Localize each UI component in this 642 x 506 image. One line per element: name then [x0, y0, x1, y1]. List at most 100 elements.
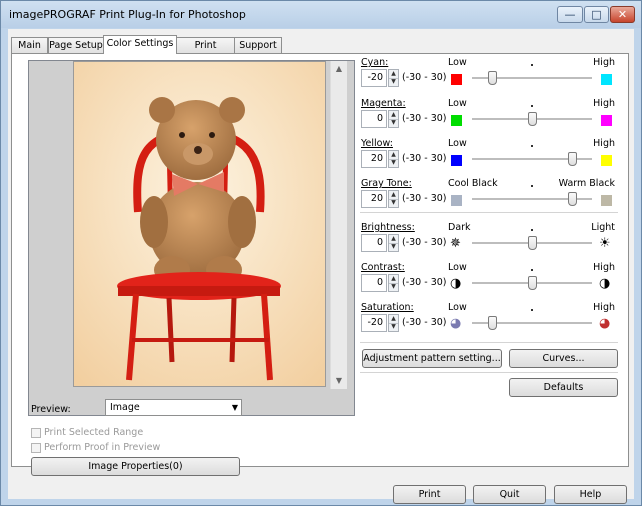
gray_tone-low-label: Cool Black	[448, 178, 498, 189]
tab-print-history[interactable]: Print History	[176, 37, 235, 66]
gray_tone-high-swatch	[601, 195, 612, 206]
magenta-label: Magenta:	[361, 98, 406, 109]
gray_tone-low-swatch	[451, 195, 462, 206]
spin-down-icon[interactable]: ▼	[389, 283, 398, 291]
print-selected-range-label: Print Selected Range	[44, 427, 144, 438]
contrast-slider-thumb[interactable]	[528, 276, 537, 290]
saturation-high-icon: ◕	[599, 316, 611, 331]
saturation-range-label: (-30 - 30)	[402, 317, 447, 328]
section-separator	[360, 372, 618, 373]
yellow-value-input[interactable]: 20	[361, 150, 387, 168]
brightness-high-label: Light	[591, 222, 615, 233]
contrast-high-icon: ◑	[599, 276, 611, 291]
saturation-value-input[interactable]: -20	[361, 314, 387, 332]
magenta-low-swatch	[451, 115, 462, 126]
section-separator	[360, 342, 618, 343]
tab-page-setup[interactable]: Page Setup	[48, 37, 104, 53]
cyan-center-tick	[531, 64, 533, 66]
perform-proof-checkbox[interactable]	[31, 443, 41, 453]
help-button[interactable]: Help	[554, 485, 627, 504]
close-icon: ✕	[617, 8, 628, 21]
tab-main[interactable]: Main	[11, 37, 48, 53]
yellow-low-swatch	[451, 155, 462, 166]
cyan-spinner[interactable]: ▲ ▼	[388, 69, 399, 87]
cyan-value-input[interactable]: -20	[361, 69, 387, 87]
magenta-value-input[interactable]: 0	[361, 110, 387, 128]
gray_tone-spinner[interactable]: ▲ ▼	[388, 190, 399, 208]
cyan-low-swatch	[451, 74, 462, 85]
print-selected-range-checkbox[interactable]	[31, 428, 41, 438]
cyan-high-label: High	[593, 57, 615, 68]
brightness-value-input[interactable]: 0	[361, 234, 387, 252]
defaults-button[interactable]: Defaults	[509, 378, 618, 397]
tab-color-settings[interactable]: Color Settings	[103, 35, 177, 54]
window-title: imagePROGRAF Print Plug-In for Photoshop	[9, 8, 246, 21]
spin-down-icon[interactable]: ▼	[389, 243, 398, 251]
contrast-spinner[interactable]: ▲ ▼	[388, 274, 399, 292]
brightness-slider-thumb[interactable]	[528, 236, 537, 250]
brightness-label: Brightness:	[361, 222, 415, 233]
print-button[interactable]: Print	[393, 485, 466, 504]
yellow-center-tick	[531, 145, 533, 147]
yellow-high-swatch	[601, 155, 612, 166]
cyan-high-swatch	[601, 74, 612, 85]
saturation-center-tick	[531, 309, 533, 311]
gray_tone-center-tick	[531, 185, 533, 187]
spin-down-icon[interactable]: ▼	[389, 78, 398, 86]
cyan-range-label: (-30 - 30)	[402, 72, 447, 83]
gray_tone-slider-thumb[interactable]	[568, 192, 577, 206]
scroll-up-icon[interactable]: ▲	[331, 61, 347, 77]
yellow-range-label: (-30 - 30)	[402, 153, 447, 164]
saturation-spinner[interactable]: ▲ ▼	[388, 314, 399, 332]
magenta-low-label: Low	[448, 98, 467, 109]
minimize-button[interactable]: —	[557, 6, 583, 23]
spin-down-icon[interactable]: ▼	[389, 159, 398, 167]
perform-proof-label: Perform Proof in Preview	[44, 442, 161, 453]
saturation-slider-thumb[interactable]	[488, 316, 497, 330]
contrast-low-label: Low	[448, 262, 467, 273]
gray_tone-label: Gray Tone:	[361, 178, 412, 189]
contrast-label: Contrast:	[361, 262, 405, 273]
spin-down-icon[interactable]: ▼	[389, 323, 398, 331]
preview-scrollbar[interactable]: ▲ ▼	[330, 61, 347, 389]
preview-select[interactable]: Image ▼	[105, 399, 242, 416]
image-properties-button[interactable]: Image Properties(0)	[31, 457, 240, 476]
spin-down-icon[interactable]: ▼	[389, 119, 398, 127]
teddy-bear-on-chair-photo	[74, 62, 325, 386]
magenta-spinner[interactable]: ▲ ▼	[388, 110, 399, 128]
gray_tone-value-input[interactable]: 20	[361, 190, 387, 208]
yellow-slider-thumb[interactable]	[568, 152, 577, 166]
spin-down-icon[interactable]: ▼	[389, 199, 398, 207]
yellow-high-label: High	[593, 138, 615, 149]
contrast-high-label: High	[593, 262, 615, 273]
title-bar: imagePROGRAF Print Plug-In for Photoshop…	[1, 1, 641, 28]
adjustment-pattern-button[interactable]: Adjustment pattern setting...	[362, 349, 502, 368]
tab-support[interactable]: Support	[234, 37, 282, 53]
cyan-low-label: Low	[448, 57, 467, 68]
magenta-center-tick	[531, 105, 533, 107]
cyan-label: Cyan:	[361, 57, 389, 68]
contrast-center-tick	[531, 269, 533, 271]
contrast-low-icon: ◑	[450, 276, 462, 291]
yellow-label: Yellow:	[361, 138, 393, 149]
brightness-spinner[interactable]: ▲ ▼	[388, 234, 399, 252]
yellow-low-label: Low	[448, 138, 467, 149]
saturation-low-label: Low	[448, 302, 467, 313]
contrast-value-input[interactable]: 0	[361, 274, 387, 292]
quit-button[interactable]: Quit	[473, 485, 546, 504]
close-button[interactable]: ✕	[610, 6, 635, 23]
scroll-down-icon[interactable]: ▼	[331, 373, 347, 389]
magenta-slider-thumb[interactable]	[528, 112, 537, 126]
preview-select-value: Image	[110, 402, 140, 413]
section-separator	[360, 212, 618, 213]
maximize-button[interactable]: □	[584, 6, 609, 23]
sun-light-icon: ☀	[599, 236, 611, 251]
magenta-range-label: (-30 - 30)	[402, 113, 447, 124]
yellow-spinner[interactable]: ▲ ▼	[388, 150, 399, 168]
gray_tone-range-label: (-30 - 30)	[402, 193, 447, 204]
cyan-slider-thumb[interactable]	[488, 71, 497, 85]
magenta-high-label: High	[593, 98, 615, 109]
chevron-down-icon: ▼	[231, 403, 238, 412]
saturation-low-icon: ◕	[450, 316, 462, 331]
curves-button[interactable]: Curves...	[509, 349, 618, 368]
